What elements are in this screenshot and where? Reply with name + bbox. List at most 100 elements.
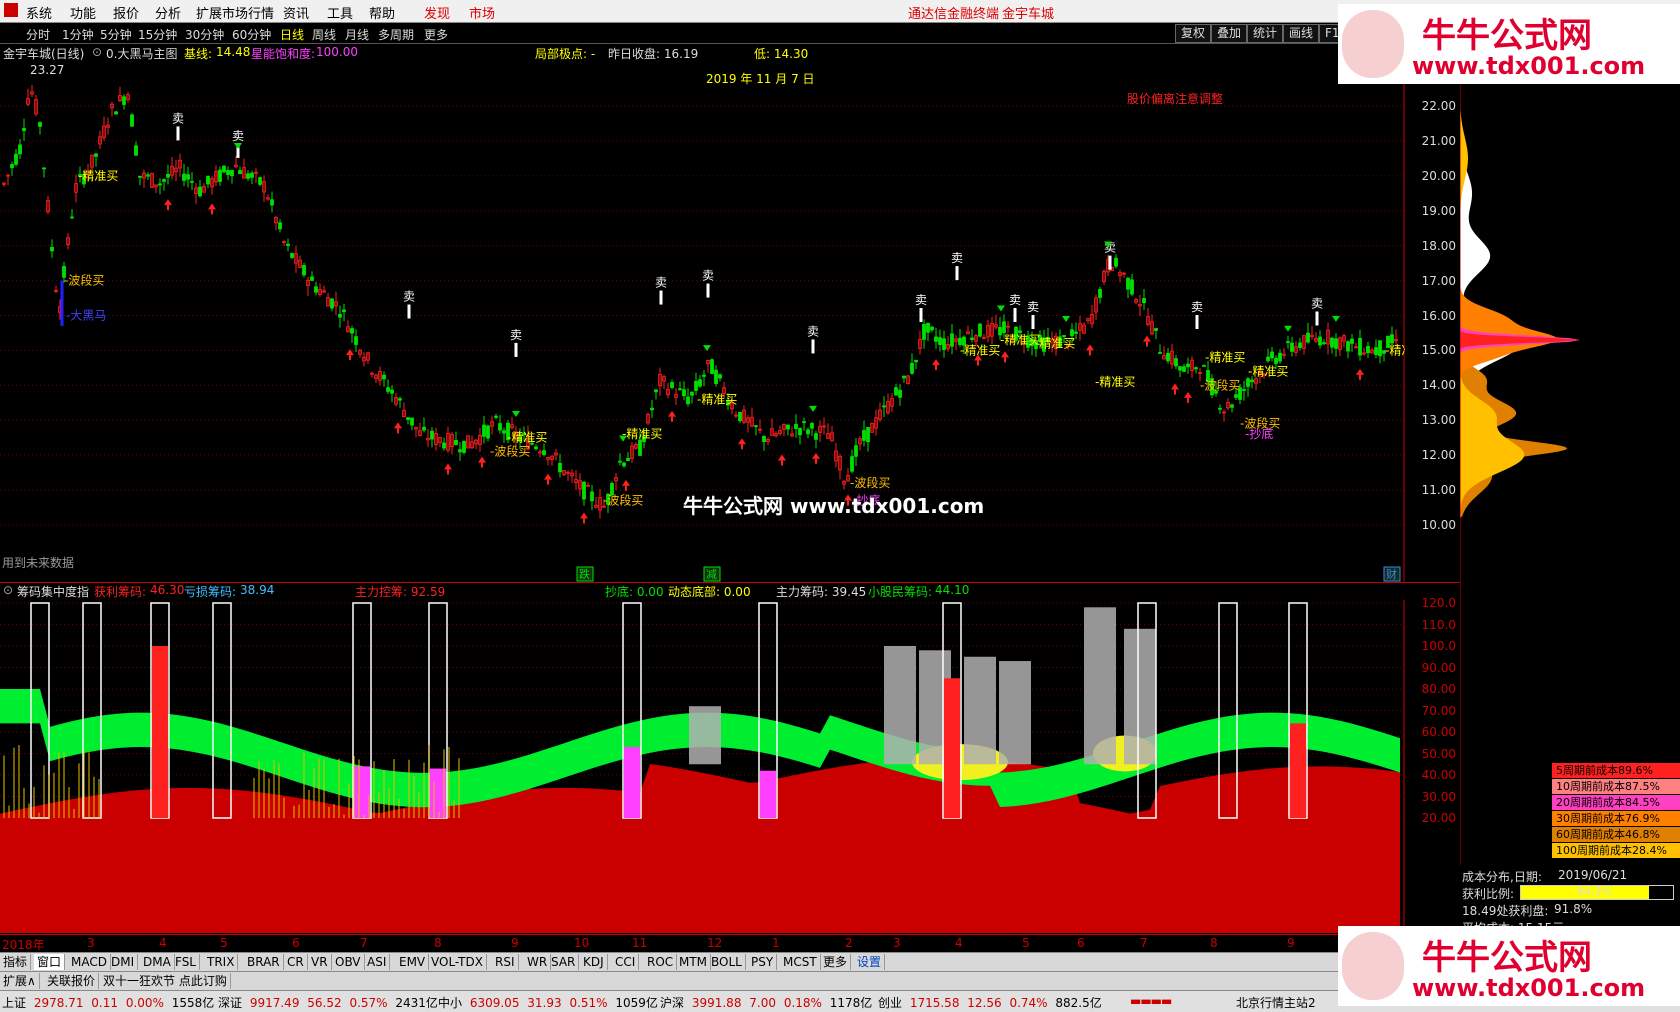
sub-tick: 40.00 [1421, 768, 1456, 782]
period-more[interactable]: 更多 [424, 26, 448, 43]
indicator-tab[interactable]: EMV [396, 954, 430, 970]
indicator-tab[interactable]: OBV [332, 954, 365, 970]
indicator-tab[interactable]: 指标 [0, 954, 32, 970]
candle-body [710, 359, 714, 375]
gray-spike [1084, 607, 1116, 765]
indicator-tab[interactable]: FSL [172, 954, 200, 970]
price-tick: 20.00 [1421, 168, 1456, 183]
indicator-tab[interactable]: VOL-TDX [428, 954, 487, 970]
indicator-tab[interactable]: CCI [612, 954, 640, 970]
indicator-tab[interactable]: VR [308, 954, 332, 970]
buy-arrow [932, 359, 940, 366]
candle-body [1142, 298, 1146, 304]
date-tick: 12 [707, 936, 723, 950]
indicator-tab[interactable]: 设置 [854, 954, 886, 970]
period-weekly[interactable]: 周线 [312, 26, 336, 43]
overlay-button[interactable]: 叠加 [1211, 24, 1248, 43]
index-quote[interactable]: 上证 2978.71 0.11 0.00% 1558亿 [2, 994, 218, 1011]
index-quote-field: 0.57% [349, 996, 392, 1010]
candle-body [1274, 357, 1278, 364]
candle-body [854, 445, 858, 457]
menu-discover[interactable]: 发现 [424, 3, 450, 22]
indicator-tab[interactable]: ROC [644, 954, 678, 970]
index-quote[interactable]: 沪深 3991.88 7.00 0.18% 1178亿 [660, 994, 876, 1011]
restore-button[interactable]: 复权 [1175, 24, 1212, 43]
candle-body [14, 153, 18, 165]
indicator-tab[interactable]: MACD [68, 954, 111, 970]
draw-button[interactable]: 画线 [1283, 24, 1320, 43]
sub-tick: 70.00 [1421, 703, 1456, 718]
menu-market[interactable]: 市场 [469, 3, 495, 22]
indicator-tab[interactable]: ASI [364, 954, 391, 970]
chip-box-fill [944, 678, 960, 818]
menu-analysis[interactable]: 分析 [155, 3, 181, 22]
indicator-tab[interactable]: PSY [748, 954, 778, 970]
promo-tab[interactable]: 双十一狂欢节 点此订购 [100, 973, 231, 989]
period-15min[interactable]: 15分钟 [138, 26, 177, 43]
sell-signal: 卖 [655, 276, 667, 290]
candle-body [330, 298, 334, 309]
cost-legend-item: 10周期前成本87.5% [1552, 779, 1680, 794]
menu-function[interactable]: 功能 [70, 3, 96, 22]
period-monthly[interactable]: 月线 [345, 26, 369, 43]
menu-tools[interactable]: 工具 [327, 3, 353, 22]
sell-signal: 卖 [403, 290, 415, 304]
sell-signal: 卖 [951, 251, 963, 265]
indicator-tab[interactable]: SAR [548, 954, 580, 970]
candle-body [190, 180, 194, 183]
candle-body [1166, 352, 1170, 362]
menu-info[interactable]: 资讯 [283, 3, 309, 22]
candle-body [462, 440, 466, 453]
precise-buy-signal: -精准买 [622, 427, 662, 441]
indicator-tab[interactable]: DMA [140, 954, 175, 970]
period-5min[interactable]: 5分钟 [100, 26, 132, 43]
indicator-tab[interactable]: KDJ [580, 954, 608, 970]
menu-quote[interactable]: 报价 [113, 3, 139, 22]
indicator-tab[interactable]: 更多 [820, 954, 852, 970]
indicator-tab[interactable]: BRAR [244, 954, 284, 970]
wave-buy-signal: -波段买 [490, 444, 530, 459]
period-30min[interactable]: 30分钟 [185, 26, 224, 43]
candle-body [1126, 277, 1130, 290]
indicator-tab[interactable]: MTM [676, 954, 712, 970]
index-quote[interactable]: 中小 6309.05 31.93 0.51% 1059亿 [438, 994, 662, 1011]
indicator-tab[interactable]: BOLL [708, 954, 746, 970]
buy-arrow [164, 199, 172, 206]
period-1min[interactable]: 1分钟 [62, 26, 94, 43]
candle-body [1374, 347, 1378, 356]
indicator-tab[interactable]: DMI [108, 954, 139, 970]
index-quote[interactable]: 创业 1715.58 12.56 0.74% 882.5亿 [878, 994, 1106, 1011]
main-indicator-name[interactable]: 0.大黑马主图 [106, 45, 177, 62]
index-quote-field: 上证 [2, 996, 30, 1010]
sub-tick: 100.0 [1421, 639, 1456, 653]
indicator-tab[interactable]: 窗口 [34, 954, 66, 970]
candle-body [882, 405, 886, 408]
indicator-tab[interactable]: CR [284, 954, 308, 970]
period-multi[interactable]: 多周期 [378, 26, 414, 43]
date-tick: 5 [1022, 936, 1030, 950]
indicator-tab[interactable]: TRIX [204, 954, 239, 970]
menu-help[interactable]: 帮助 [369, 3, 395, 22]
server-status[interactable]: 北京行情主站2 [1236, 994, 1316, 1011]
expand-tab[interactable]: 扩展∧ [0, 973, 40, 989]
menu-extended-market[interactable]: 扩展市场行情 [196, 3, 274, 22]
related-quote-tab[interactable]: 关联报价 [44, 973, 100, 989]
collapse-icon[interactable]: ⊙ [92, 45, 102, 59]
period-60min[interactable]: 60分钟 [232, 26, 271, 43]
menu-system[interactable]: 系统 [26, 3, 52, 22]
sub-indicator-name[interactable]: 筹码集中度指 [17, 583, 89, 600]
index-quote[interactable]: 深证 9917.49 56.52 0.57% 2431亿 [218, 994, 442, 1011]
chip-concentration-chart[interactable] [0, 600, 1405, 933]
indicator-tab[interactable]: MCST [780, 954, 821, 970]
buy-arrow [478, 456, 486, 463]
period-timeshare[interactable]: 分时 [26, 26, 50, 43]
indicator-tab[interactable]: RSI [492, 954, 519, 970]
stock-name: 金宇车城(日线) [3, 47, 85, 61]
stats-button[interactable]: 统计 [1247, 24, 1284, 43]
period-daily[interactable]: 日线 [280, 26, 304, 43]
price-tick: 11.00 [1421, 483, 1456, 498]
candle-body [670, 382, 674, 389]
candle-body [310, 276, 314, 281]
collapse-icon[interactable]: ⊙ [3, 583, 13, 597]
candle-body [1270, 351, 1274, 359]
